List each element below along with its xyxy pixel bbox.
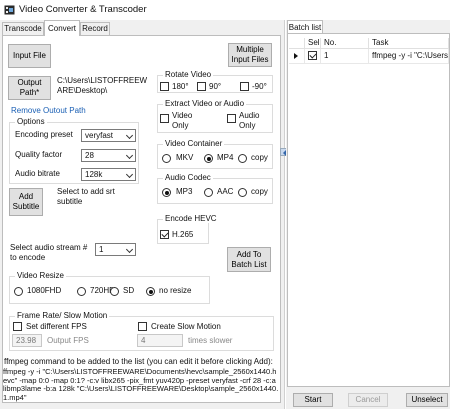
resize-sd-label: SD bbox=[123, 286, 135, 295]
audio-bitrate-value: 128k bbox=[85, 170, 103, 179]
app-icon bbox=[4, 5, 15, 15]
container-mp4-label: MP4 bbox=[217, 153, 234, 162]
grid-header-blank bbox=[289, 38, 305, 49]
grid-header-task: Task bbox=[369, 38, 449, 49]
audio-only-checkbox[interactable] bbox=[227, 114, 236, 123]
codec-aac-label: AAC bbox=[217, 187, 234, 196]
codec-mp3-radio[interactable] bbox=[162, 188, 171, 197]
container-copy-label: copy bbox=[251, 153, 268, 162]
frame-rate-label: Frame Rate/ Slow Motion bbox=[15, 311, 110, 320]
resize-none-label: no resize bbox=[159, 286, 192, 295]
chevron-down-icon bbox=[125, 151, 134, 160]
h265-label: H.265 bbox=[172, 230, 194, 239]
chevron-down-icon bbox=[125, 131, 134, 140]
rotate-90-label: 90° bbox=[209, 82, 222, 91]
chevron-down-icon bbox=[125, 245, 134, 254]
encoding-preset-value: veryfast bbox=[85, 131, 114, 140]
audio-stream-select[interactable]: 1 bbox=[95, 243, 136, 256]
rotate-180-checkbox[interactable] bbox=[160, 82, 169, 91]
audio-stream-value: 1 bbox=[99, 245, 104, 254]
chevron-down-icon bbox=[125, 170, 134, 179]
quality-factor-label: Quality factor bbox=[15, 150, 63, 159]
tab-transcode[interactable]: Transcode bbox=[2, 22, 44, 36]
resize-720-radio[interactable] bbox=[77, 287, 86, 296]
tab-batch-list[interactable]: Batch list bbox=[287, 20, 323, 34]
extract-label: Extract Video or Audio bbox=[163, 99, 247, 108]
video-resize-label: Video Resize bbox=[15, 271, 66, 280]
codec-copy-label: copy bbox=[251, 187, 268, 196]
quality-factor-select[interactable]: 28 bbox=[81, 149, 136, 162]
resize-1080-radio[interactable] bbox=[14, 287, 23, 296]
fps-unit-label: Output FPS bbox=[47, 336, 89, 345]
slow-motion-label: Create Slow Motion bbox=[151, 322, 221, 331]
output-path-value: C:\Users\LISTOFFREEW ARE\Desktop\ bbox=[57, 76, 148, 95]
command-textarea[interactable]: ffmpeg -y -i "C:\Users\LISTOFFREEWARE\Do… bbox=[3, 367, 279, 402]
container-mkv-radio[interactable] bbox=[162, 154, 171, 163]
resize-none-radio[interactable] bbox=[146, 287, 155, 296]
codec-copy-radio[interactable] bbox=[238, 188, 247, 197]
resize-sd-radio[interactable] bbox=[110, 287, 119, 296]
row-indicator bbox=[289, 49, 305, 64]
rotate-label: Rotate Video bbox=[163, 70, 214, 79]
audio-bitrate-label: Audio bitrate bbox=[15, 169, 60, 178]
audio-bitrate-select[interactable]: 128k bbox=[81, 168, 136, 181]
tab-convert[interactable]: Convert bbox=[44, 20, 80, 36]
window-title: Video Converter & Transcoder bbox=[19, 4, 147, 15]
audio-only-label: Audio Only bbox=[239, 111, 260, 130]
command-label: ffmpeg command to be added to the list (… bbox=[4, 357, 273, 366]
row-task[interactable]: ffmpeg -y -i "C:\Users\LIST bbox=[369, 49, 449, 64]
add-subtitle-button[interactable]: Add Subtitle bbox=[9, 188, 43, 216]
unselect-button[interactable]: Unselect bbox=[406, 393, 448, 407]
row-select-cell[interactable] bbox=[305, 49, 321, 64]
triangle-right-icon bbox=[294, 53, 298, 59]
video-only-checkbox[interactable] bbox=[160, 114, 169, 123]
hevc-label: Encode HEVC bbox=[163, 214, 219, 223]
grid-header-no: No. bbox=[321, 38, 369, 49]
container-copy-radio[interactable] bbox=[238, 154, 247, 163]
output-path-button[interactable]: Output Path* bbox=[8, 76, 51, 100]
fps-input[interactable]: 23.98 bbox=[12, 334, 42, 347]
h265-checkbox[interactable] bbox=[160, 230, 169, 239]
rotate-90-checkbox[interactable] bbox=[197, 82, 206, 91]
row-no: 1 bbox=[321, 49, 369, 64]
audio-codec-label: Audio Codec bbox=[163, 173, 213, 182]
title-bar: Video Converter & Transcoder bbox=[0, 0, 450, 20]
set-fps-label: Set different FPS bbox=[26, 322, 87, 331]
options-label: Options bbox=[15, 117, 47, 126]
video-only-label: Video Only bbox=[172, 111, 193, 130]
rotate-180-label: 180° bbox=[172, 82, 189, 91]
subtitle-hint: Select to add srt subtitle bbox=[57, 187, 115, 206]
remove-output-path-link[interactable]: Remove Outout Path bbox=[11, 106, 86, 116]
resize-1080-label: 1080FHD bbox=[27, 286, 62, 295]
audio-stream-label: Select audio stream # to encode bbox=[10, 243, 88, 262]
rotate-minus90-checkbox[interactable] bbox=[240, 82, 249, 91]
start-button[interactable]: Start bbox=[293, 393, 333, 407]
slow-motion-checkbox[interactable] bbox=[138, 322, 147, 331]
grid-header-sel: Sel bbox=[305, 38, 321, 49]
container-mp4-radio[interactable] bbox=[204, 154, 213, 163]
slow-motion-unit-label: times slower bbox=[188, 336, 233, 345]
slow-motion-input[interactable]: 4 bbox=[137, 334, 183, 347]
row-select-checkbox[interactable] bbox=[308, 51, 317, 60]
add-to-batch-button[interactable]: Add To Batch List bbox=[227, 247, 271, 272]
tab-record[interactable]: Record bbox=[80, 22, 110, 36]
set-fps-checkbox[interactable] bbox=[13, 322, 22, 331]
container-mkv-label: MKV bbox=[176, 153, 194, 162]
codec-aac-radio[interactable] bbox=[204, 188, 213, 197]
video-container-label: Video Container bbox=[163, 139, 225, 148]
encoding-preset-label: Encoding preset bbox=[15, 130, 73, 139]
cancel-button[interactable]: Cancel bbox=[348, 393, 388, 407]
rotate-minus90-label: -90° bbox=[252, 82, 267, 91]
batch-list-panel bbox=[287, 33, 450, 387]
codec-mp3-label: MP3 bbox=[176, 187, 193, 196]
multiple-input-files-button[interactable]: Multiple Input Files bbox=[228, 43, 272, 67]
encoding-preset-select[interactable]: veryfast bbox=[81, 129, 136, 142]
quality-factor-value: 28 bbox=[85, 151, 94, 160]
input-file-button[interactable]: Input File bbox=[8, 44, 51, 68]
